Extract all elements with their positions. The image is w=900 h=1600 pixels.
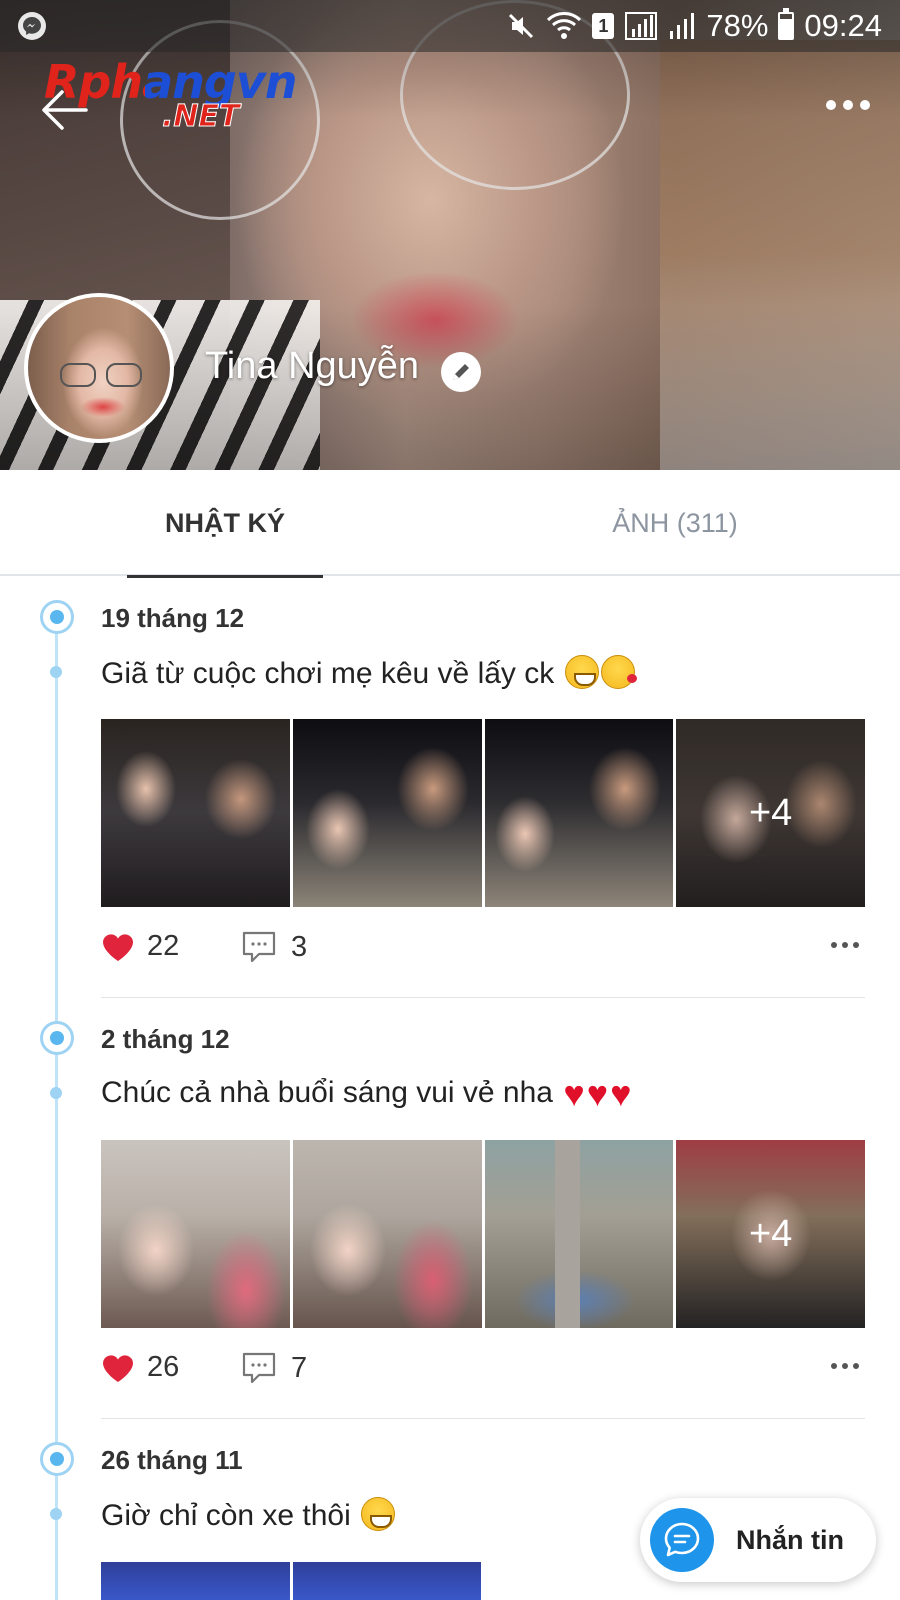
red-heart-emoji-icon: ♥ [586,1073,609,1114]
timeline-text-marker [50,1508,62,1520]
send-message-button[interactable]: Nhắn tin [640,1498,876,1582]
timeline-text-marker [50,666,62,678]
comment-count: 3 [291,930,308,963]
avatar-detail [60,363,96,387]
post-photo-grid: +4 [101,1140,865,1328]
send-message-label: Nhắn tin [736,1524,844,1555]
post-photo[interactable] [484,719,674,907]
battery-icon [778,8,795,40]
post-photo[interactable] [101,1562,290,1600]
timeline-text-marker [50,1087,62,1099]
post-text-content: Giã từ cuộc chơi mẹ kêu về lấy ck [101,657,555,690]
post-text[interactable]: Chúc cả nhà buổi sáng vui vẻ nha ♥♥♥ [101,1076,631,1112]
signal-icon [624,11,658,41]
heart-icon [103,933,133,961]
dot [853,942,859,948]
dot [831,1363,837,1369]
post-stats: 22 3 [101,930,865,980]
post-date: 19 tháng 12 [101,603,245,633]
post-more-icon[interactable] [831,1363,859,1369]
profile-name: Tina Nguyễn [205,345,420,387]
post-more-icon[interactable] [831,942,859,948]
heart-icon [103,1354,133,1382]
post-text[interactable]: Giã từ cuộc chơi mẹ kêu về lấy ck [101,655,637,691]
post-stats: 26 7 [101,1351,865,1401]
timeline-date-marker [40,1021,74,1055]
post-text-content: Giờ chỉ còn xe thôi [101,1499,351,1532]
post-date: 26 tháng 11 [101,1445,243,1475]
post-photo-more[interactable]: +4 [676,1140,865,1328]
timeline-date-marker [40,600,74,634]
status-right: 1 78% 09:24 [506,8,882,44]
pencil-icon [453,364,469,380]
post-photo-grid: +4 [101,719,865,907]
dot [860,100,870,110]
status-time: 09:24 [804,8,882,43]
comment-icon [242,1352,276,1384]
dot [826,100,836,110]
post-text[interactable]: Giờ chỉ còn xe thôi [101,1497,396,1533]
post-photo[interactable] [292,719,482,907]
signal-icon-secondary [668,11,696,41]
status-bar: 1 78% 09:24 [0,0,900,52]
dot [843,100,853,110]
more-options-icon[interactable] [826,100,870,110]
messenger-notification-icon [18,12,46,40]
comment-button[interactable]: 3 [241,930,307,964]
post-photo-more[interactable]: +4 [676,719,865,907]
dot [831,942,837,948]
post-photo[interactable] [101,719,290,907]
post-divider [101,997,865,998]
comment-button[interactable]: 7 [241,1351,307,1385]
mute-icon [506,11,536,41]
battery-level [780,19,793,38]
profile-tabs: NHẬT KÝ ẢNH (311) [0,470,900,578]
red-heart-emoji-icon: ♥ [610,1073,632,1114]
comment-icon [242,931,276,963]
sim-slot-badge: 1 [592,13,615,39]
post-text-content: Chúc cả nhà buổi sáng vui vẻ nha [101,1076,553,1109]
avatar[interactable] [24,293,174,443]
post-photo[interactable] [101,1140,290,1328]
grin-emoji-icon [361,1497,396,1531]
timeline-date-marker [40,1442,74,1476]
more-photos-count: +4 [676,719,865,907]
battery-percent: 78% [706,8,769,43]
edit-name-button[interactable] [441,352,481,392]
grin-emoji-icon [564,655,599,689]
dot [853,1363,859,1369]
kiss-emoji-icon [600,655,637,689]
post-photo[interactable] [292,1562,481,1600]
profile-page: 1 78% 09:24 Rphangvn .NET Tina Nguyễn NH… [0,0,900,1600]
comment-count: 7 [291,1351,308,1384]
like-count: 22 [147,930,180,962]
post-date: 2 tháng 12 [101,1024,230,1054]
dot [842,1363,848,1369]
like-count: 26 [147,1351,180,1383]
red-heart-emoji-icon: ♥ [563,1073,585,1114]
like-button[interactable]: 26 [101,1351,179,1384]
more-photos-count: +4 [676,1140,865,1328]
chat-icon [650,1508,714,1572]
post-divider [101,1418,865,1419]
like-button[interactable]: 22 [101,930,179,963]
back-arrow-icon[interactable] [40,88,90,132]
post-photo-grid [101,1562,481,1600]
wifi-icon [546,11,582,41]
dot [842,942,848,948]
tab-diary[interactable]: NHẬT KÝ [127,470,323,578]
post-photo[interactable] [484,1140,674,1328]
post-photo[interactable] [292,1140,482,1328]
tab-photos[interactable]: ẢNH (311) [570,470,780,576]
avatar-detail [106,363,142,387]
